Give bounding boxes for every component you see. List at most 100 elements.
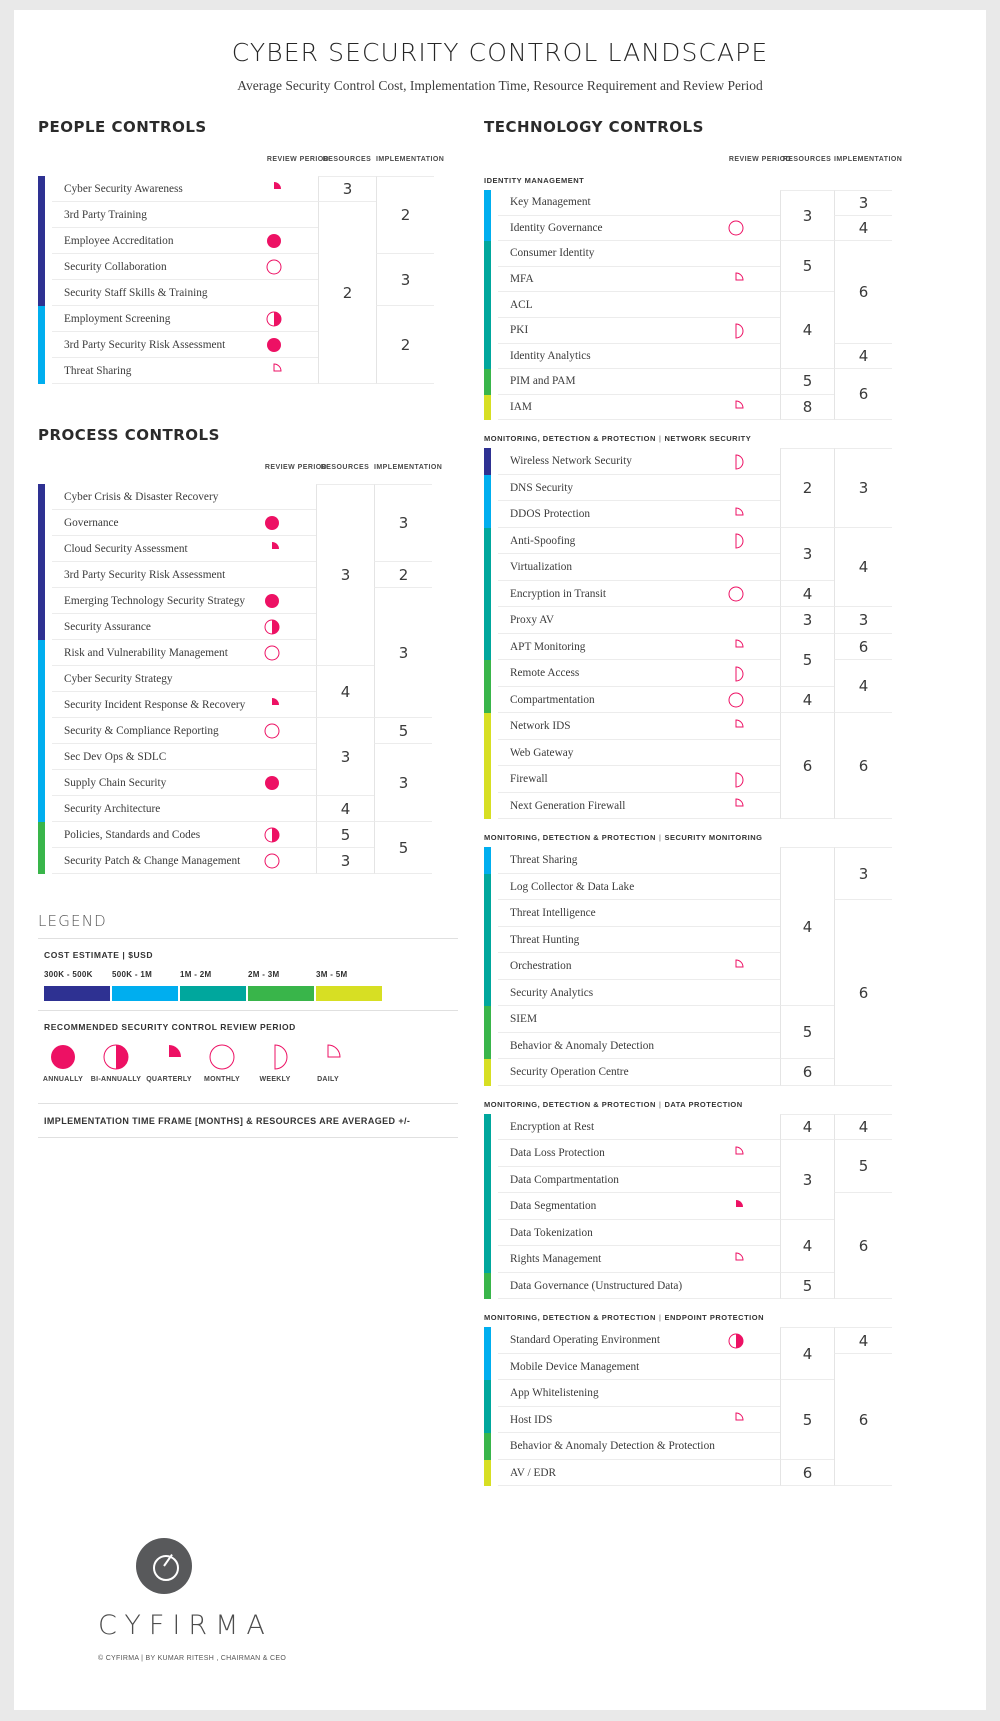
- cyfirma-logo-icon: [136, 1538, 192, 1594]
- table-row[interactable]: Identity Analytics: [498, 344, 780, 370]
- review-period-annually-icon: [266, 233, 282, 249]
- table-row[interactable]: AV / EDR: [498, 1460, 780, 1487]
- table-row[interactable]: Mobile Device Management: [498, 1354, 780, 1381]
- legend: LEGEND COST ESTIMATE | $USD 300K - 500K 5…: [38, 912, 458, 1138]
- implementation-value: 5: [374, 822, 432, 874]
- table-row[interactable]: Data Governance (Unstructured Data): [498, 1273, 780, 1300]
- table-row[interactable]: Security Staff Skills & Training: [52, 280, 318, 306]
- review-period-monthly-icon: [264, 645, 280, 661]
- table-row[interactable]: Security Analytics: [498, 980, 780, 1007]
- table-row[interactable]: DNS Security: [498, 475, 780, 502]
- table-row[interactable]: Virtualization: [498, 554, 780, 581]
- control-label: Threat Hunting: [510, 933, 580, 946]
- cost-band-indicator: [484, 1166, 491, 1194]
- cost-band-indicator: [484, 1059, 491, 1086]
- cost-band-indicator: [38, 306, 45, 332]
- group-header: IDENTITY MANAGEMENT: [484, 176, 585, 185]
- cost-band-indicator: [484, 660, 491, 687]
- table-row[interactable]: Sec Dev Ops & SDLC: [52, 744, 316, 770]
- legend-review-items: ANNUALLY BI-ANNUALLY QUARTERLY MONTHLY WEEKL…: [43, 1042, 458, 1094]
- review-period-daily-icon: [728, 639, 744, 655]
- resources-value: 4: [780, 847, 834, 1007]
- column-header-resources: RESOURCES: [320, 464, 370, 471]
- table-row[interactable]: Threat Hunting: [498, 927, 780, 954]
- resources-value: 4: [316, 666, 374, 718]
- table-row[interactable]: SIEM: [498, 1006, 780, 1033]
- cost-band-indicator: [38, 228, 45, 254]
- column-headers: REVIEW PERIOD RESOURCES IMPLEMENTATION: [484, 156, 904, 172]
- legend-review-item: ANNUALLY: [34, 1042, 92, 1083]
- resources-value: 4: [780, 686, 834, 714]
- table-row[interactable]: Encryption at Rest: [498, 1114, 780, 1141]
- implementation-value: 5: [374, 718, 432, 744]
- table-row[interactable]: App Whitelistening: [498, 1380, 780, 1407]
- cost-band-indicator: [484, 1433, 491, 1460]
- cost-band-indicator: [484, 190, 491, 216]
- cost-band-indicator: [38, 796, 45, 822]
- control-label: Standard Operating Environment: [510, 1334, 660, 1347]
- control-label: IAM: [510, 401, 532, 414]
- implementation-value: 6: [834, 713, 892, 820]
- legend-cost-range-label: 3M - 5M: [316, 970, 348, 979]
- table-row[interactable]: Data Tokenization: [498, 1220, 780, 1247]
- cost-band-indicator: [484, 792, 491, 820]
- review-period-annually-icon: [264, 593, 280, 609]
- table-row[interactable]: Threat Intelligence: [498, 900, 780, 927]
- implementation-value: 3: [374, 588, 432, 718]
- control-label: 3rd Party Training: [64, 208, 147, 221]
- review-period-daily-icon: [728, 959, 744, 975]
- control-label: Threat Sharing: [64, 364, 132, 377]
- table-row[interactable]: 3rd Party Training: [52, 202, 318, 228]
- control-label: Cloud Security Assessment: [64, 542, 188, 555]
- table-row[interactable]: Data Compartmentation: [498, 1167, 780, 1194]
- column-header-implementation: IMPLEMENTATION: [834, 156, 903, 163]
- cost-band-indicator: [484, 607, 491, 634]
- table-row[interactable]: ACL: [498, 292, 780, 318]
- implementation-value: 4: [834, 1327, 892, 1354]
- table-row[interactable]: Cyber Security Strategy: [52, 666, 316, 692]
- table-row[interactable]: Security Operation Centre: [498, 1059, 780, 1086]
- table-row[interactable]: Proxy AV: [498, 607, 780, 634]
- cost-band-indicator: [484, 873, 491, 901]
- control-label: Supply Chain Security: [64, 776, 167, 789]
- legend-review-item: BI-ANNUALLY: [87, 1042, 145, 1083]
- legend-review-label: QUARTERLY: [146, 1076, 192, 1083]
- control-label: Rights Management: [510, 1253, 602, 1266]
- control-label: Security Patch & Change Management: [64, 854, 241, 867]
- review-period-monthly-icon: [728, 220, 744, 236]
- control-label: Data Compartmentation: [510, 1173, 619, 1186]
- cost-band-indicator: [484, 394, 491, 421]
- table-row[interactable]: Behavior & Anomaly Detection: [498, 1033, 780, 1060]
- review-period-weekly-icon: [728, 666, 744, 682]
- control-label: Threat Sharing: [510, 854, 578, 867]
- cost-band-indicator: [484, 343, 491, 370]
- cost-band-indicator: [484, 318, 491, 344]
- table-row[interactable]: Threat Sharing: [498, 847, 780, 874]
- table-data-protection: MONITORING, DETECTION & PROTECTION | DATA …: [484, 1100, 904, 1300]
- control-label: Security Assurance: [64, 620, 151, 633]
- resources-value: 5: [780, 369, 834, 395]
- table-row[interactable]: Consumer Identity: [498, 241, 780, 267]
- legend-cost-swatch: [316, 986, 382, 1001]
- implementation-value: 4: [834, 527, 892, 608]
- table-row[interactable]: 3rd Party Security Risk Assessment: [52, 562, 316, 588]
- control-label: Employment Screening: [64, 312, 171, 325]
- table-row[interactable]: Web Gateway: [498, 740, 780, 767]
- cost-band-indicator: [38, 640, 45, 666]
- review-period-weekly-icon: [728, 454, 744, 470]
- legend-cost-swatch: [248, 986, 314, 1001]
- control-label: Encryption in Transit: [510, 587, 607, 600]
- table-row[interactable]: Security Architecture: [52, 796, 316, 822]
- table-row[interactable]: Log Collector & Data Lake: [498, 874, 780, 901]
- table-row[interactable]: Behavior & Anomaly Detection & Protectio…: [498, 1433, 780, 1460]
- cost-band-indicator: [484, 527, 491, 555]
- header: CYBER SECURITY CONTROL LANDSCAPE Average…: [14, 10, 986, 94]
- table-row[interactable]: Cyber Crisis & Disaster Recovery: [52, 484, 316, 510]
- implementation-value: 4: [834, 343, 892, 370]
- review-period-daily-icon: [728, 798, 744, 814]
- table-row[interactable]: PIM and PAM: [498, 369, 780, 395]
- table-row[interactable]: Key Management: [498, 190, 780, 216]
- column-header-implementation: IMPLEMENTATION: [376, 156, 445, 163]
- control-label: Compartmentation: [510, 693, 595, 706]
- legend-review-caption: RECOMMENDED SECURITY CONTROL REVIEW PERI…: [44, 1022, 296, 1032]
